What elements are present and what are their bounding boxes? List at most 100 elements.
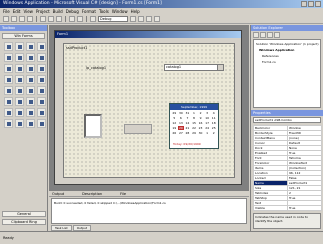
groupbox-tool-icon[interactable] xyxy=(4,64,13,73)
menu-tools[interactable]: Tools xyxy=(99,8,109,15)
maximize-button[interactable] xyxy=(308,1,314,7)
button-tool-icon[interactable] xyxy=(37,42,46,51)
output-column-description[interactable]: Description xyxy=(82,191,102,196)
calendar-header[interactable]: September, 1999 xyxy=(170,104,218,110)
copy-icon[interactable] xyxy=(48,16,54,22)
radiobutton-tool-icon[interactable] xyxy=(37,53,46,62)
month-calendar[interactable]: September, 1999 29 30 31 1 2 3 4 5 6 7 8 9 10 11 12 13 1… xyxy=(169,103,219,149)
menu-debug[interactable]: Debug xyxy=(66,8,79,15)
treeview-tool-icon[interactable] xyxy=(4,86,13,95)
checkbox-tool-icon[interactable] xyxy=(26,53,35,62)
picture-panel[interactable] xyxy=(84,114,102,138)
cut-icon[interactable] xyxy=(40,16,46,22)
solution-explorer-icon[interactable] xyxy=(138,16,144,22)
menu-help[interactable]: Help xyxy=(131,8,140,15)
monthcalendar-tool-icon[interactable] xyxy=(37,86,46,95)
imagelist-tool-icon[interactable] xyxy=(15,119,24,128)
panel-tool-icon[interactable] xyxy=(26,64,35,73)
tree-item-project[interactable]: Windows Application xyxy=(256,48,318,52)
calendar-day[interactable]: 1 xyxy=(191,111,198,115)
save-all-icon[interactable] xyxy=(27,16,33,22)
calendar-day[interactable]: 15 xyxy=(191,121,198,125)
calendar-day[interactable]: 27 xyxy=(178,131,185,135)
numericupdown-tool-icon[interactable] xyxy=(15,108,24,117)
calendar-day[interactable]: 6 xyxy=(178,116,185,120)
domainupdown-tool-icon[interactable] xyxy=(4,108,13,117)
menu-build[interactable]: Build xyxy=(53,8,63,15)
tree-item-references[interactable]: References xyxy=(256,54,318,58)
trackbar-tool-icon[interactable] xyxy=(26,108,35,117)
calendar-day[interactable]: 17 xyxy=(204,121,211,125)
calendar-day[interactable]: 10 xyxy=(204,116,211,120)
calendar-day[interactable]: 24 xyxy=(204,126,211,130)
view-designer-icon[interactable] xyxy=(260,32,266,38)
calendar-day[interactable]: 4 xyxy=(210,111,217,115)
properties-object-selector[interactable]: ssdProduct1 ASB.Combo xyxy=(253,117,321,123)
open-file-icon[interactable] xyxy=(11,16,17,22)
timer-tool-icon[interactable] xyxy=(26,97,35,106)
progressbar-tool-icon[interactable] xyxy=(37,108,46,117)
refresh-icon[interactable] xyxy=(267,32,273,38)
toolbox-tab-clipboard[interactable]: Clipboard Ring xyxy=(2,219,46,225)
calendar-today[interactable]: Today: 09/20/1999 xyxy=(173,142,201,146)
undo-icon[interactable] xyxy=(69,16,75,22)
properties-icon[interactable] xyxy=(146,16,152,22)
menu-window[interactable]: Window xyxy=(112,8,128,15)
catalog-combo[interactable]: catalog1 xyxy=(164,64,224,71)
start-debug-icon[interactable] xyxy=(90,16,96,22)
menu-view[interactable]: View xyxy=(23,8,33,15)
richtextbox-tool-icon[interactable] xyxy=(4,119,13,128)
paste-icon[interactable] xyxy=(56,16,62,22)
pointer-tool-icon[interactable] xyxy=(4,42,13,51)
save-icon[interactable] xyxy=(19,16,25,22)
calendar-day[interactable]: 8 xyxy=(191,116,198,120)
combo-dropdown-arrow-icon[interactable] xyxy=(217,65,223,70)
form-button[interactable] xyxy=(124,124,152,134)
solution-config-combo[interactable]: Debug xyxy=(98,16,128,22)
tabcontrol-tool-icon[interactable] xyxy=(15,86,24,95)
combobox-tool-icon[interactable] xyxy=(26,75,35,84)
property-row[interactable]: Visible True xyxy=(253,205,322,211)
datagrid-tool-icon[interactable] xyxy=(37,64,46,73)
calendar-day[interactable]: 25 xyxy=(210,126,217,130)
property-value[interactable]: True xyxy=(287,205,322,211)
textbox-tool-icon[interactable] xyxy=(4,53,13,62)
catalog-label[interactable]: lp_catalog1 xyxy=(86,66,106,70)
new-project-icon[interactable] xyxy=(3,16,9,22)
checkedlistbox-tool-icon[interactable] xyxy=(15,75,24,84)
tree-item-solution[interactable]: Solution 'Windows Application' (1 projec… xyxy=(256,42,319,46)
calendar-day[interactable]: 1 xyxy=(204,131,211,135)
calendar-day[interactable]: 18 xyxy=(210,121,217,125)
designer-tab-title[interactable]: Form1 xyxy=(55,31,241,38)
calendar-day[interactable]: 11 xyxy=(210,116,217,120)
menu-format[interactable]: Format xyxy=(82,8,96,15)
hscrollbar-tool-icon[interactable] xyxy=(4,97,13,106)
calendar-day[interactable]: 30 xyxy=(178,111,185,115)
vscrollbar-tool-icon[interactable] xyxy=(15,97,24,106)
close-button[interactable] xyxy=(315,1,321,7)
menu-project[interactable]: Project xyxy=(36,8,50,15)
datetimepicker-tool-icon[interactable] xyxy=(26,86,35,95)
mainmenu-tool-icon[interactable] xyxy=(15,53,24,62)
listview-tool-icon[interactable] xyxy=(37,75,46,84)
show-all-files-icon[interactable] xyxy=(274,32,280,38)
view-code-icon[interactable] xyxy=(253,32,259,38)
find-icon[interactable] xyxy=(130,16,136,22)
helpprovider-tool-icon[interactable] xyxy=(26,119,35,128)
calendar-day[interactable]: 13 xyxy=(178,121,185,125)
splitter-tool-icon[interactable] xyxy=(37,97,46,106)
calendar-day[interactable]: 3 xyxy=(204,111,211,115)
minimize-button[interactable] xyxy=(301,1,307,7)
output-column-file[interactable]: File xyxy=(120,191,126,196)
linklabel-tool-icon[interactable] xyxy=(26,42,35,51)
picturebox-tool-icon[interactable] xyxy=(15,64,24,73)
menu-file[interactable]: File xyxy=(3,8,10,15)
menu-edit[interactable]: Edit xyxy=(13,8,21,15)
calendar-day[interactable]: 20 xyxy=(177,126,185,130)
calendar-day[interactable]: 22 xyxy=(191,126,198,130)
redo-icon[interactable] xyxy=(77,16,83,22)
label-tool-icon[interactable] xyxy=(15,42,24,51)
tree-item-form1[interactable]: Form1.cs xyxy=(256,60,318,64)
toolbox-tab-general[interactable]: General xyxy=(2,211,46,217)
calendar-day[interactable]: 2 xyxy=(210,131,217,135)
